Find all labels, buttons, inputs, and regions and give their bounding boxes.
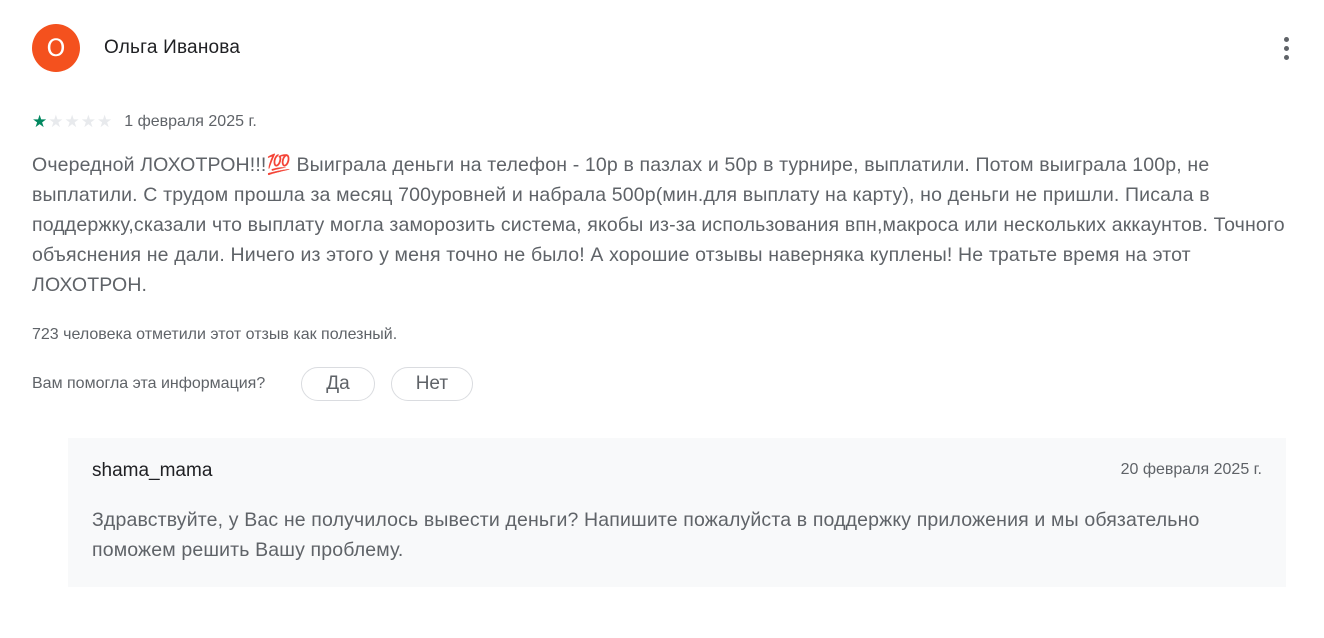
helpful-prompt: Вам помогла эта информация? Да Нет [32,365,489,403]
review-meta: ★ ★ ★ ★ ★ 1 февраля 2025 г. [32,110,257,134]
review-text: Очередной ЛОХОТРОН!!!💯 Выиграла деньги н… [32,154,1285,296]
helpful-count: 723 человека отметили этот отзыв как пол… [32,326,398,343]
review-header: О Ольга Иванова [32,24,240,72]
star-icon: ★ [97,111,113,132]
avatar: О [32,24,80,72]
helpful-question: Вам помогла эта информация? [32,375,266,392]
review-card: О Ольга Иванова ★ ★ ★ ★ ★ 1 февраля 2025… [0,0,1324,638]
developer-name: shama_mama [92,460,213,481]
star-icon: ★ [32,111,48,132]
star-rating: ★ ★ ★ ★ ★ [32,111,113,132]
star-icon: ★ [80,111,96,132]
star-icon: ★ [48,111,64,132]
review-date: 1 февраля 2025 г. [124,113,257,130]
author-name: Ольга Иванова [104,37,241,58]
helpful-yes-button[interactable]: Да [301,367,375,401]
more-vert-icon [1283,36,1289,42]
star-icon: ★ [64,111,80,132]
reply-date: 20 февраля 2025 г. [1120,461,1262,478]
developer-reply: shama_mama 20 февраля 2025 г. Здравствуй… [68,438,1286,587]
helpful-no-button[interactable]: Нет [390,367,474,401]
reply-text: Здравствуйте, у Вас не получилось вывест… [92,509,1200,561]
more-options-button[interactable] [1270,32,1302,64]
